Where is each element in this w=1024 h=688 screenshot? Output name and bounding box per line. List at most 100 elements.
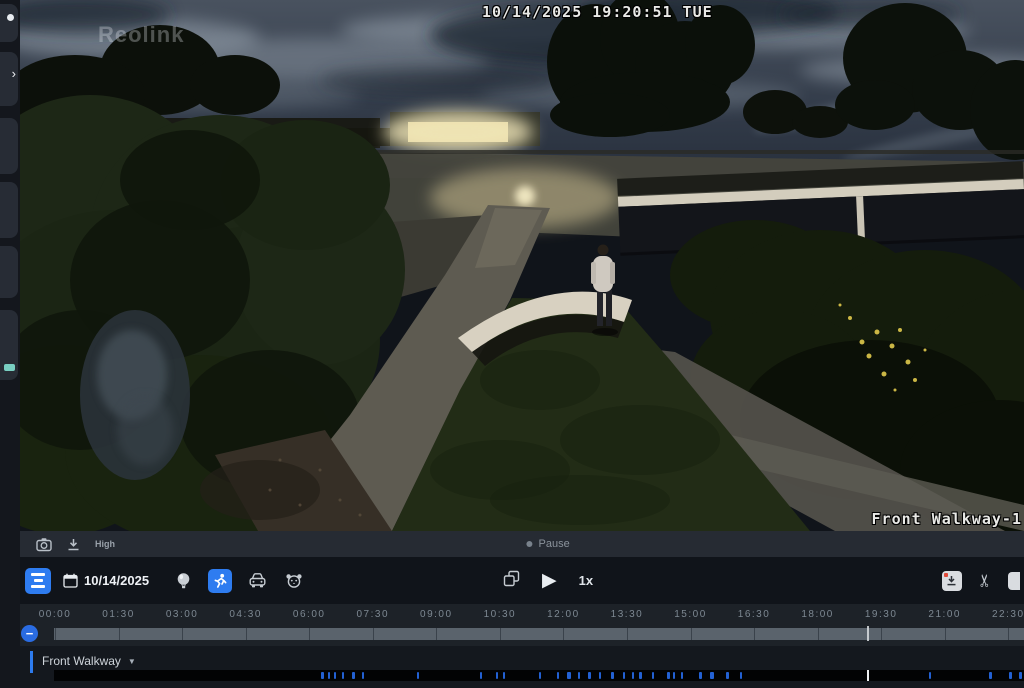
pet-filter-button[interactable] (282, 569, 306, 593)
event-mark[interactable] (342, 672, 344, 679)
sidebar-button-3[interactable] (0, 118, 18, 174)
event-mark[interactable] (539, 672, 541, 679)
chevron-down-icon: ▼ (128, 657, 136, 666)
timeline-tick (627, 628, 628, 640)
camera-video-view[interactable]: Reolink 10/14/2025 19:20:51 TUE Front Wa… (20, 0, 1024, 531)
status-dot-icon (526, 541, 532, 547)
event-mark[interactable] (611, 672, 614, 679)
event-mark[interactable] (334, 672, 336, 679)
timeline-tick-label: 04:30 (229, 609, 262, 620)
timeline-tick (373, 628, 374, 640)
event-mark[interactable] (567, 672, 571, 679)
timeline-tick (55, 628, 56, 640)
channel-selector[interactable]: Front Walkway ▼ (42, 654, 136, 668)
timeline-tick (1008, 628, 1009, 640)
event-mark[interactable] (496, 672, 498, 679)
event-mark[interactable] (1019, 672, 1022, 679)
status-label: Pause (538, 538, 569, 550)
ruler-playhead[interactable] (867, 626, 869, 641)
date-label: 10/14/2025 (84, 573, 149, 588)
dot-icon (7, 14, 14, 21)
event-mark[interactable] (352, 672, 355, 679)
sidebar: › (0, 0, 20, 688)
download-icon[interactable] (67, 538, 80, 551)
event-mark[interactable] (740, 672, 742, 679)
osd-timestamp: 10/14/2025 19:20:51 TUE (482, 3, 713, 21)
timeline-zoom-out-button[interactable]: − (21, 625, 38, 642)
timeline-tick (881, 628, 882, 640)
event-mark[interactable] (321, 672, 324, 679)
event-mark[interactable] (652, 672, 654, 679)
event-mark[interactable] (726, 672, 729, 679)
timeline-tick-label: 13:30 (611, 609, 644, 620)
sidebar-button-6[interactable] (0, 310, 18, 380)
timeline-tick-label: 15:00 (674, 609, 707, 620)
event-mark[interactable] (699, 672, 702, 679)
event-mark[interactable] (623, 672, 625, 679)
timeline-tick-label: 06:00 (293, 609, 326, 620)
event-mark[interactable] (929, 672, 931, 679)
timeline-tick-label: 16:30 (738, 609, 771, 620)
frame-by-frame-button[interactable] (503, 570, 520, 592)
event-mark[interactable] (599, 672, 601, 679)
night-scene-illustration (20, 0, 1024, 531)
event-mark[interactable] (328, 672, 330, 679)
event-mark[interactable] (417, 672, 419, 679)
event-mark[interactable] (557, 672, 559, 679)
sidebar-button-2[interactable]: › (0, 52, 18, 106)
download-clip-button[interactable] (942, 571, 962, 591)
channel-name: Front Walkway (42, 654, 121, 668)
clip-scissors-button[interactable]: ✂ (976, 573, 993, 587)
event-mark[interactable] (681, 672, 683, 679)
timeline-tick (182, 628, 183, 640)
event-mark[interactable] (578, 672, 580, 679)
date-picker[interactable]: 10/14/2025 (63, 573, 149, 588)
event-mark[interactable] (667, 672, 670, 679)
sidebar-button-1[interactable] (0, 4, 18, 42)
event-mark[interactable] (362, 672, 364, 679)
event-mark[interactable] (710, 672, 714, 679)
teal-icon (4, 364, 15, 371)
event-mark[interactable] (632, 672, 634, 679)
timeline-tick (945, 628, 946, 640)
snapshot-camera-icon[interactable] (36, 537, 52, 552)
vehicle-filter-button[interactable] (245, 569, 269, 593)
timeline-tick-label: 10:30 (484, 609, 517, 620)
sidebar-button-4[interactable] (0, 182, 18, 238)
event-track[interactable] (54, 670, 1024, 681)
clipped-edge-button[interactable] (1008, 572, 1020, 590)
event-mark[interactable] (989, 672, 992, 679)
quality-selector[interactable]: High (95, 539, 115, 549)
timeline-tick-label: 09:00 (420, 609, 453, 620)
timeline-tick (309, 628, 310, 640)
speed-selector[interactable]: 1x (579, 573, 593, 588)
timeline-tick (119, 628, 120, 640)
timeline-tick (436, 628, 437, 640)
track-playhead[interactable] (867, 670, 869, 681)
timeline-tick (563, 628, 564, 640)
timeline-view-button[interactable] (25, 568, 51, 594)
badge-dot (944, 573, 948, 577)
event-mark[interactable] (673, 672, 675, 679)
channel-row: Front Walkway ▼ (20, 646, 1024, 688)
play-button[interactable]: ▶ (542, 571, 557, 590)
event-mark[interactable] (639, 672, 642, 679)
video-toolbar: High Pause (20, 531, 1024, 557)
timeline-tick-label: 00:00 (39, 609, 72, 620)
timeline-tick-label: 22:30 (992, 609, 1024, 620)
event-mark[interactable] (588, 672, 591, 679)
timeline-tick-label: 12:00 (547, 609, 580, 620)
event-mark[interactable] (480, 672, 482, 679)
event-mark[interactable] (1009, 672, 1012, 679)
motion-balloon-filter-button[interactable] (171, 569, 195, 593)
timeline-tick-label: 19:30 (865, 609, 898, 620)
timeline-ruler[interactable] (54, 628, 1024, 640)
chevron-right-icon: › (12, 66, 16, 81)
person-filter-button[interactable] (208, 569, 232, 593)
sidebar-button-5[interactable] (0, 246, 18, 298)
event-mark[interactable] (503, 672, 505, 679)
timeline-tick-label: 03:00 (166, 609, 199, 620)
channel-accent-bar (30, 651, 33, 673)
reolink-watermark: Reolink (98, 22, 184, 48)
timeline-tick-label: 18:00 (801, 609, 834, 620)
